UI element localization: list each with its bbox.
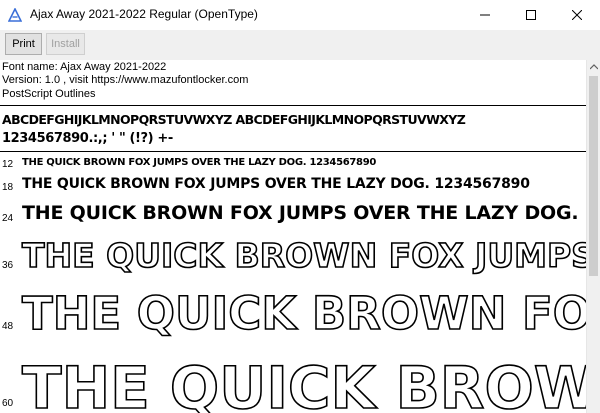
font-name-label: Font name: Ajax Away 2021-2022 xyxy=(2,61,167,73)
sample-row-12: 12 THE QUICK BROWN FOX JUMPS OVER THE LA… xyxy=(0,156,586,172)
close-button[interactable] xyxy=(554,0,600,30)
chevron-up-icon xyxy=(590,64,598,70)
sample-text: THE QUICK BROWN FOX JUMPS OVER THE LAZY … xyxy=(21,353,586,413)
font-preview-pane: Font name: Ajax Away 2021-2022 Version: … xyxy=(0,60,586,413)
version-label: Version: 1.0 , visit https://www.mazufon… xyxy=(2,74,249,86)
size-label: 36 xyxy=(2,260,14,271)
outlines-label: PostScript Outlines xyxy=(2,88,96,100)
divider xyxy=(0,151,586,152)
sample-row-60: 60 THE QUICK BROWN FOX JUMPS OVER THE LA… xyxy=(0,352,586,413)
divider xyxy=(0,105,586,106)
title-bar: Ajax Away 2021-2022 Regular (OpenType) xyxy=(0,0,600,30)
sample-row-48: 48 THE QUICK BROWN FOX JUMPS OVER THE LA… xyxy=(0,286,586,350)
sample-row-24: 24 THE QUICK BROWN FOX JUMPS OVER THE LA… xyxy=(0,200,586,230)
sample-text: THE QUICK BROWN FOX JUMPS OVER THE LAZY … xyxy=(22,157,377,168)
sample-row-18: 18 THE QUICK BROWN FOX JUMPS OVER THE LA… xyxy=(0,174,586,196)
charset-uppercase: ABCDEFGHIJKLMNOPQRSTUVWXYZ ABCDEFGHIJKLM… xyxy=(2,112,466,127)
vertical-scrollbar[interactable] xyxy=(586,60,600,413)
maximize-button[interactable] xyxy=(508,0,554,30)
window-title: Ajax Away 2021-2022 Regular (OpenType) xyxy=(30,7,258,21)
scroll-up-button[interactable] xyxy=(587,60,600,74)
minimize-icon xyxy=(480,14,490,16)
size-label: 60 xyxy=(2,398,14,409)
charset-digits-punctuation: 1234567890.:,; ' " (!?) +- xyxy=(2,131,173,146)
toolbar: Print Install xyxy=(0,30,600,60)
size-label: 48 xyxy=(2,321,14,332)
sample-text: THE QUICK BROWN FOX JUMPS OVER THE LAZY … xyxy=(22,176,530,192)
size-label: 18 xyxy=(2,182,14,193)
sample-text: THE QUICK BROWN FOX JUMPS OVER THE LAZY … xyxy=(21,235,586,276)
maximize-icon xyxy=(526,10,536,20)
size-label: 12 xyxy=(2,159,14,170)
font-triangle-icon xyxy=(8,8,22,22)
scroll-thumb[interactable] xyxy=(589,76,598,276)
sample-row-36: 36 THE QUICK BROWN FOX JUMPS OVER THE LA… xyxy=(0,234,586,282)
print-button[interactable]: Print xyxy=(5,33,42,55)
size-label: 24 xyxy=(2,213,14,224)
close-icon xyxy=(572,10,582,20)
minimize-button[interactable] xyxy=(462,0,508,30)
sample-text: THE QUICK BROWN FOX JUMPS OVER THE LAZY … xyxy=(21,286,586,341)
install-button[interactable]: Install xyxy=(46,33,85,55)
sample-text: THE QUICK BROWN FOX JUMPS OVER THE LAZY … xyxy=(22,202,586,224)
